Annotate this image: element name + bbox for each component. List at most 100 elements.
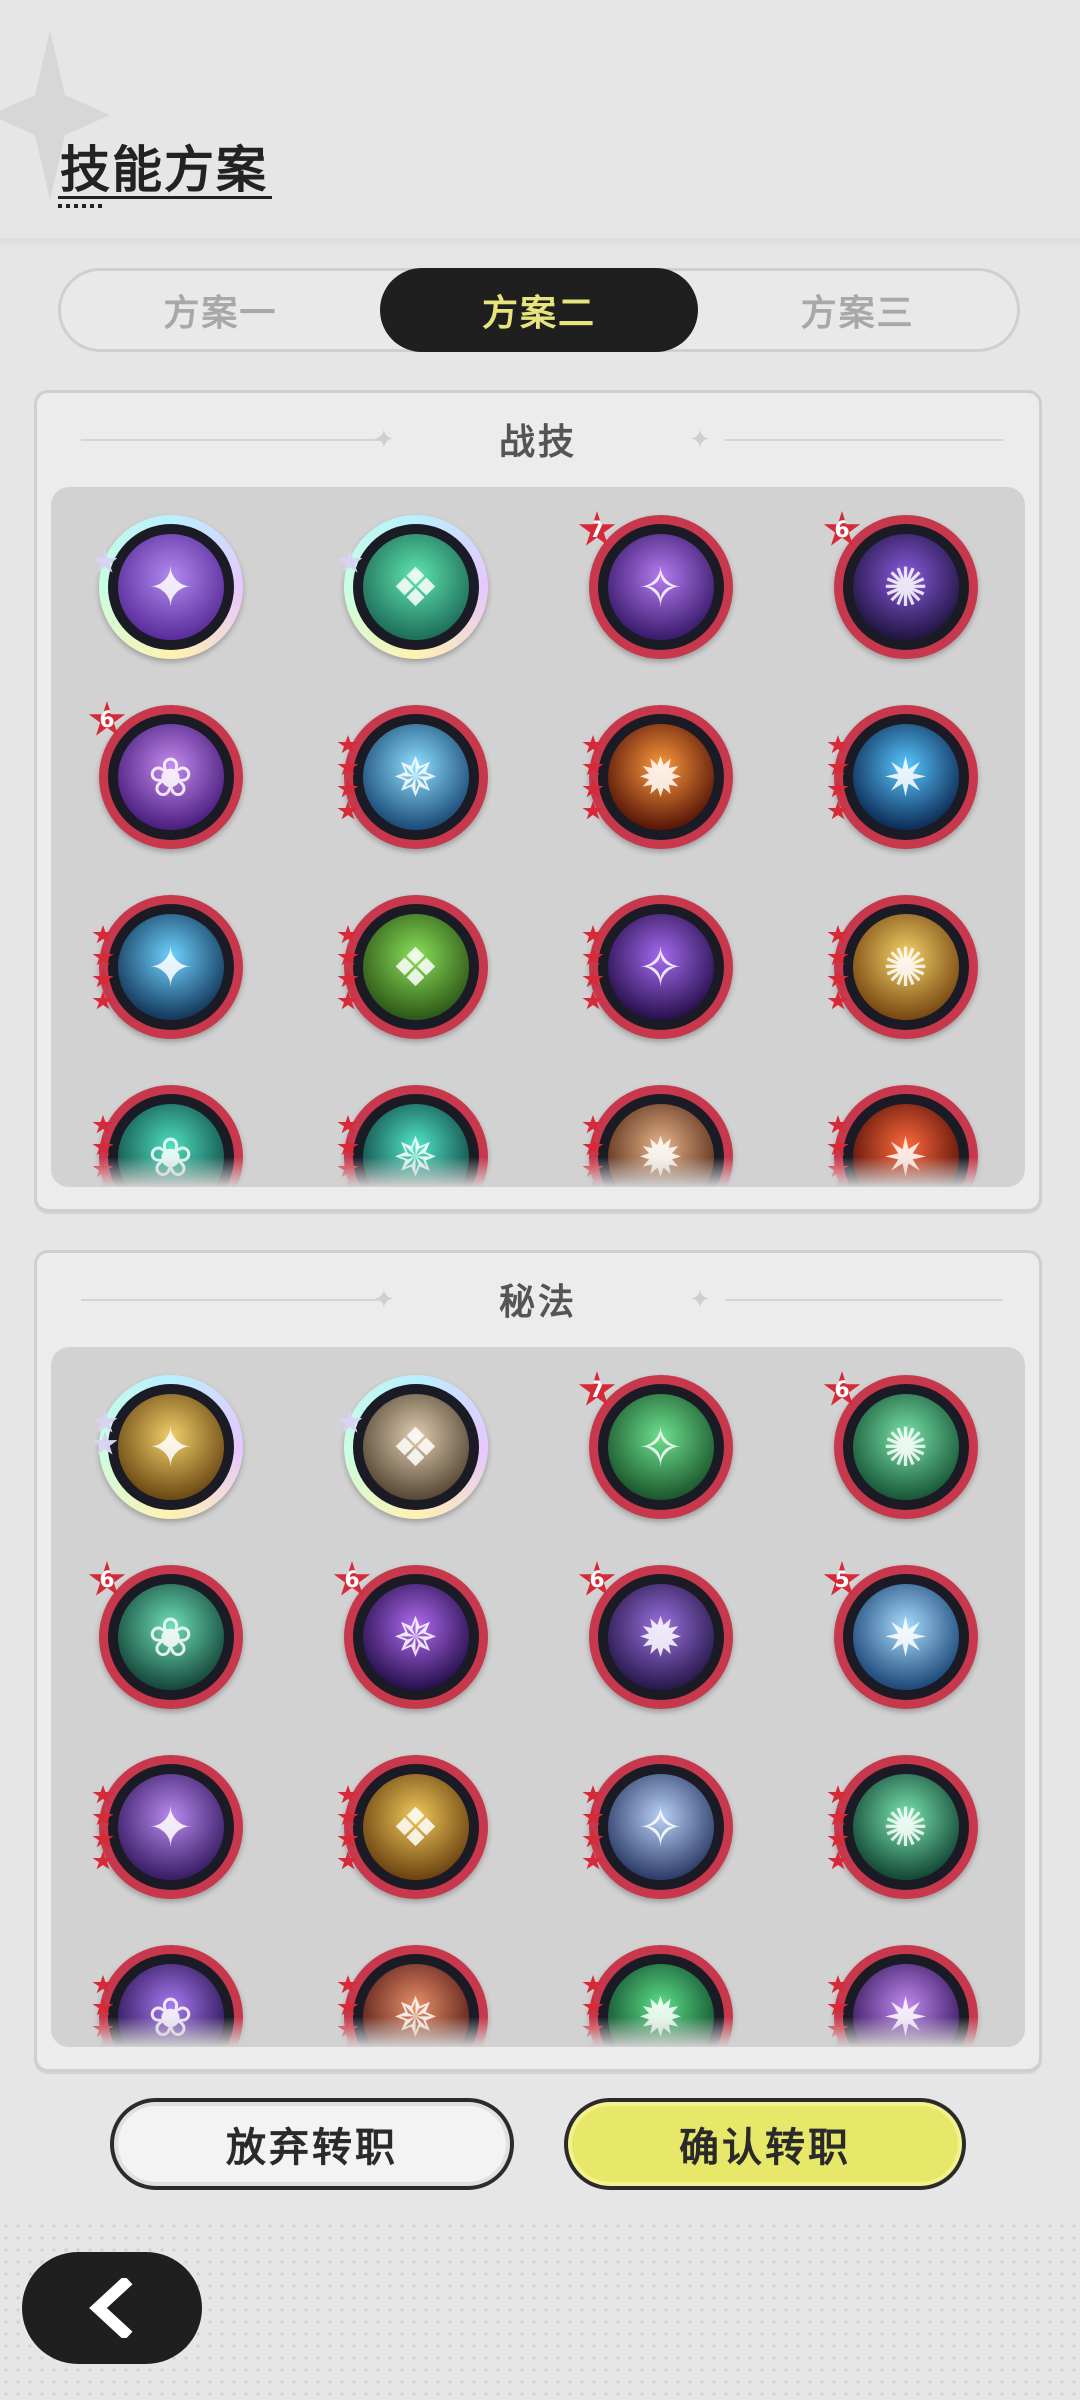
red-star-icon: [827, 1975, 849, 1994]
skill-slot[interactable]: ❖: [293, 895, 538, 1085]
skill-slot[interactable]: ✹ 6: [538, 1561, 783, 1755]
skill-slot[interactable]: ❖: [293, 515, 538, 705]
red-star-icon: [92, 925, 114, 944]
green-figure-icon: ✺: [852, 1774, 959, 1880]
skill-slot[interactable]: ✷: [783, 705, 1025, 895]
skill-slot[interactable]: ❖: [293, 1375, 538, 1565]
skill-frame: ✷: [842, 714, 969, 840]
skill-frame: ✵: [352, 714, 479, 840]
red-star-icon: [582, 991, 604, 1010]
skill-slot[interactable]: ✵ 6: [293, 1561, 538, 1755]
skill-slot[interactable]: ✧: [538, 895, 783, 1085]
skill-ring: ✺: [833, 515, 978, 659]
skill-slot[interactable]: ✺ 6: [783, 511, 1025, 705]
skill-frame: ❖: [352, 1764, 479, 1890]
red-star-icon: [827, 779, 849, 798]
skill-glyph: ✦: [147, 555, 194, 619]
purple-flower-icon: ❀: [117, 724, 224, 830]
skill-slot[interactable]: ✺: [783, 1755, 1025, 1945]
title-dots: [58, 204, 106, 208]
skill-slot[interactable]: ✺: [783, 895, 1025, 1085]
skill-glyph: ✹: [637, 1605, 684, 1669]
tab-scheme-2[interactable]: 方案二: [379, 268, 699, 352]
panel-title: 战技: [498, 422, 577, 463]
red-star-icon: [337, 1975, 359, 1994]
skill-slot[interactable]: ✦: [51, 895, 293, 1085]
red-star-icon: [582, 1785, 604, 1804]
red-star-icon: [582, 801, 604, 820]
chevron-left-icon: [89, 2278, 133, 2338]
skill-ring: ✷: [833, 705, 978, 849]
skill-grid-scroll[interactable]: ✦❖✧7✺6❀6✵✹✷✦❖✧✺❀✵✹✷: [51, 487, 1025, 1187]
red-star-icon: [92, 1137, 114, 1156]
skill-slot[interactable]: ✷ 5: [783, 1561, 1025, 1755]
skill-glyph: ❖: [391, 555, 440, 619]
crystal-gem-icon: ✧: [607, 1774, 714, 1880]
skill-slot[interactable]: ❖: [293, 1755, 538, 1945]
skill-slot[interactable]: ❀ 6: [51, 701, 293, 895]
skill-glyph: ✧: [637, 1795, 684, 1859]
rank-stars: [337, 925, 359, 1011]
rank-stars: [827, 1785, 849, 1871]
skill-grid-scroll[interactable]: ✦ ❖ ✧7✺6 ❀6✵6✹6✷5 ✦ ❖ ✧ ✺ ❀ ✵ ✹ ✷: [51, 1347, 1025, 2047]
red-star-icon: [337, 779, 359, 798]
abandon-job-change-button[interactable]: 放弃转职: [110, 2098, 514, 2190]
golden-fist-icon: ✺: [852, 914, 959, 1020]
skill-ring: ❖: [343, 515, 488, 659]
skill-ring: ✦: [98, 1375, 243, 1519]
purple-heart-icon: ✦: [117, 1774, 224, 1880]
skill-frame: ✦: [107, 1764, 234, 1890]
divider-line: [81, 1299, 381, 1301]
sparkle-icon: ✦: [373, 1285, 395, 1315]
skill-slot[interactable]: ✵: [293, 705, 538, 895]
skill-frame: ✺: [842, 524, 969, 650]
skill-frame: ✷: [842, 1574, 969, 1700]
skill-slot[interactable]: ✹: [538, 705, 783, 895]
skill-ring: ✹: [588, 705, 733, 849]
skill-glyph: ✺: [882, 555, 929, 619]
red-star-icon: [92, 1829, 114, 1848]
skill-glyph: ✵: [392, 745, 439, 809]
ice-crystal-icon: ✦: [117, 914, 224, 1020]
red-star-icon: [337, 1807, 359, 1826]
confirm-job-change-button[interactable]: 确认转职: [564, 2098, 966, 2190]
panel-title: 秘法: [498, 1282, 577, 1323]
skill-glyph: ✺: [882, 935, 929, 999]
skill-glyph: ✺: [882, 1415, 929, 1479]
skill-slot[interactable]: ✦: [51, 515, 293, 705]
ice-burst-icon: ✵: [362, 724, 469, 830]
golden-guardian-icon: ✦: [117, 1394, 224, 1500]
skill-slot[interactable]: ✧ 7: [538, 511, 783, 705]
red-star-icon: [92, 1851, 114, 1870]
skill-slot[interactable]: ✧ 7: [538, 1371, 783, 1565]
skill-slot[interactable]: ❀ 6: [51, 1561, 293, 1755]
tab-scheme-3[interactable]: 方案三: [698, 271, 1017, 349]
skill-frame: ✧: [597, 904, 724, 1030]
red-star-icon: [337, 757, 359, 776]
red-star-icon: [337, 1785, 359, 1804]
skill-ring: ✷: [833, 1565, 978, 1709]
skill-frame: ✦: [107, 524, 234, 650]
red-star-icon: [582, 925, 604, 944]
skill-ring: ✺: [833, 895, 978, 1039]
tab-scheme-1[interactable]: 方案一: [61, 271, 380, 349]
red-star-icon: [582, 735, 604, 754]
skill-slot[interactable]: ✦: [51, 1375, 293, 1565]
back-button[interactable]: [22, 2252, 202, 2364]
panel-header: ✦ 秘法 ✦: [37, 1269, 1039, 1329]
purple-orb-icon: ✵: [362, 1584, 469, 1690]
stone-guardian-icon: ❖: [362, 1394, 469, 1500]
skill-slot[interactable]: ✦: [51, 1755, 293, 1945]
red-star-icon: [827, 1807, 849, 1826]
skill-glyph: ✧: [637, 555, 684, 619]
divider-line: [81, 439, 381, 441]
red-star-icon: [337, 1829, 359, 1848]
skill-frame: ✦: [107, 904, 234, 1030]
purple-rune-icon: ✧: [607, 534, 714, 640]
red-star-icon: [582, 1829, 604, 1848]
fire-swirl-icon: ✹: [607, 724, 714, 830]
skill-slot[interactable]: ✺ 6: [783, 1371, 1025, 1565]
red-star-icon: [582, 779, 604, 798]
skill-slot[interactable]: ✧: [538, 1755, 783, 1945]
red-star-icon: [92, 1807, 114, 1826]
